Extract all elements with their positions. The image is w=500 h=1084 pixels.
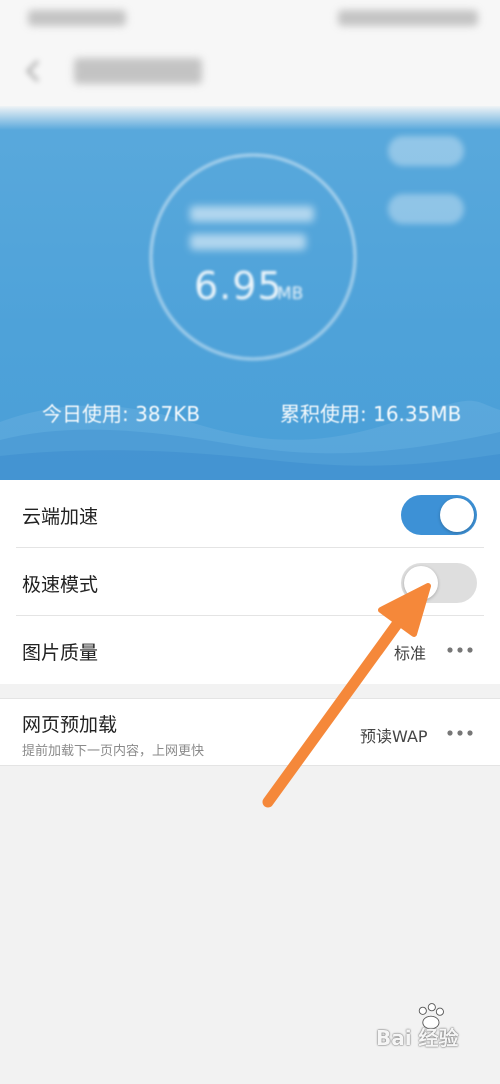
- app-bar: [0, 36, 500, 106]
- savings-ring: [150, 154, 356, 360]
- more-dots-icon[interactable]: [446, 729, 474, 737]
- page-preload-value: 预读WAP: [360, 727, 428, 746]
- header-top-fade: [0, 106, 500, 130]
- setting-row-speed-mode[interactable]: 极速模式: [0, 548, 500, 616]
- image-quality-value: 标准: [394, 644, 427, 663]
- setting-row-image-quality[interactable]: 图片质量 标准: [0, 616, 500, 684]
- setting-label: 网页预加载: [22, 714, 118, 736]
- header-button-blurred-1[interactable]: [388, 136, 464, 166]
- baidu-jingyan-watermark: Bai 经验: [376, 1003, 476, 1054]
- header-button-blurred-2[interactable]: [388, 194, 464, 224]
- back-arrow-icon[interactable]: [22, 58, 44, 84]
- setting-subtitle: 提前加载下一页内容，上网更快: [22, 744, 205, 759]
- settings-list: 云端加速 极速模式 图片质量 标准: [0, 480, 500, 684]
- status-left-blur: [28, 10, 126, 26]
- ring-caption-blurred-2: [190, 234, 306, 250]
- setting-row-page-preload[interactable]: 网页预加载 提前加载下一页内容，上网更快 预读WAP: [0, 698, 500, 766]
- more-dots-icon[interactable]: [446, 646, 474, 654]
- setting-row-cloud-acceleration[interactable]: 云端加速: [0, 480, 500, 548]
- saved-data-unit: MB: [277, 284, 304, 304]
- setting-label: 极速模式: [22, 574, 99, 596]
- toggle-knob: [404, 566, 438, 600]
- watermark-text: Bai 经验: [376, 1026, 459, 1050]
- setting-label: 图片质量: [22, 642, 99, 664]
- data-usage-header: 6.95 MB 今日使用: 387KB 累积使用: 16.35MB: [0, 106, 500, 480]
- app-bar-title: [74, 58, 202, 84]
- cloud-acceleration-toggle[interactable]: [401, 495, 477, 535]
- saved-data-value: 6.95: [194, 264, 283, 308]
- setting-label: 云端加速: [22, 506, 99, 528]
- header-waves: [0, 400, 500, 480]
- ring-caption-blurred-1: [190, 206, 314, 222]
- toggle-knob: [440, 498, 474, 532]
- speed-mode-toggle[interactable]: [401, 563, 477, 603]
- status-bar: [0, 0, 500, 36]
- status-right-blur: [338, 10, 478, 26]
